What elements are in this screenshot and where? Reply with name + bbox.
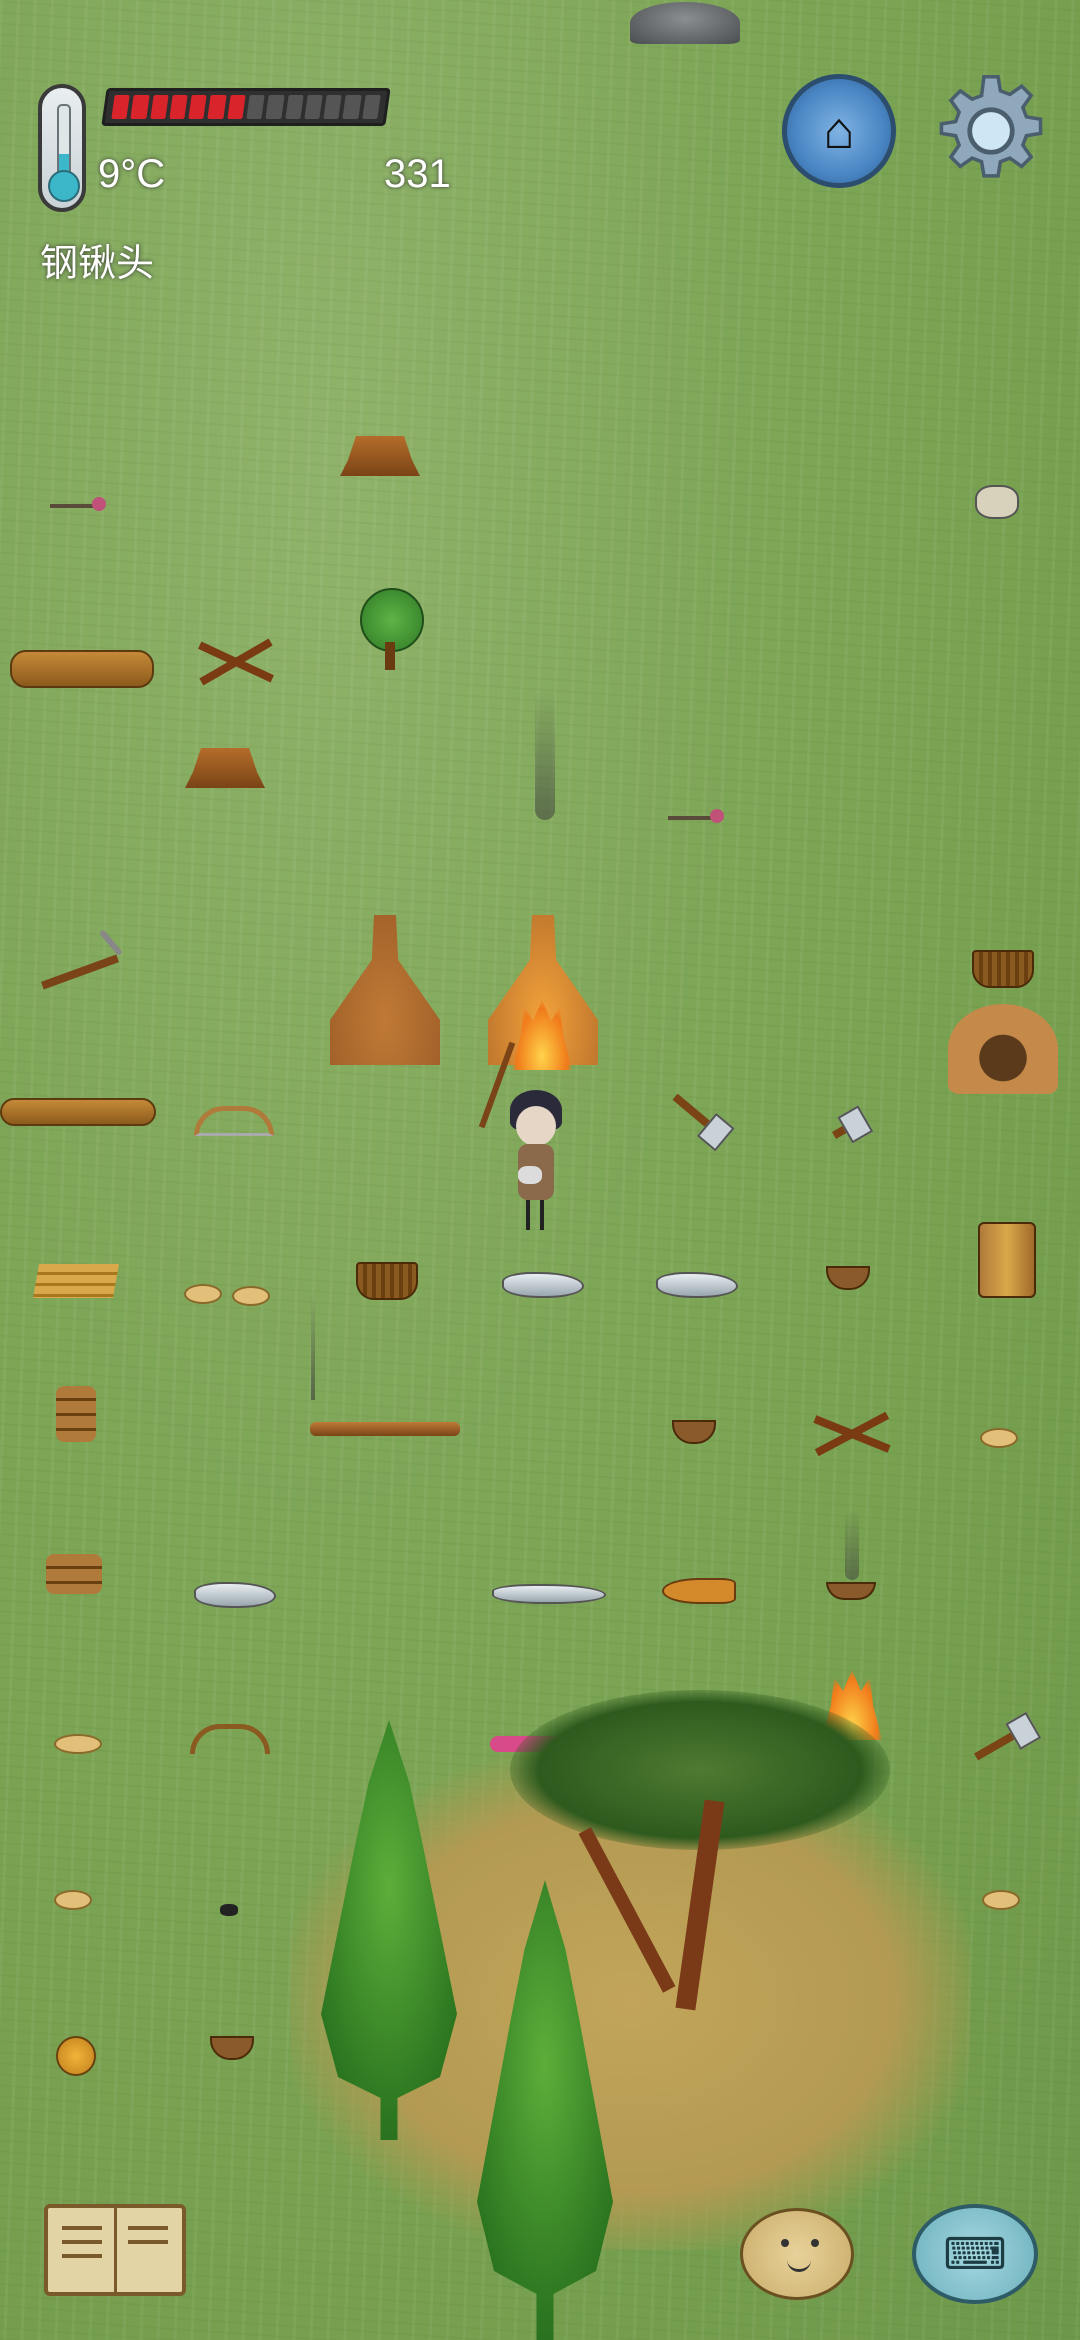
stone-axe[interactable]: [974, 1723, 1030, 1761]
flat-bread[interactable]: [184, 1284, 222, 1304]
kiln-smoke: [535, 690, 555, 820]
plate-stack[interactable]: [56, 1386, 96, 1442]
smoke-wisp: [311, 1290, 315, 1400]
cooked-fish[interactable]: [662, 1578, 736, 1604]
gooseberry[interactable]: [56, 2036, 96, 2076]
held-item-label: 钢锹头: [40, 241, 155, 285]
food-pip: [361, 95, 381, 119]
loose-stone[interactable]: [975, 485, 1019, 519]
emote-mouth: [787, 2257, 811, 2272]
emote-eye: [811, 2239, 819, 2247]
recipe-book-button[interactable]: [44, 2204, 186, 2296]
food-pip: [188, 95, 208, 119]
young-tree-trunk: [385, 642, 395, 670]
bread-piece[interactable]: [54, 1890, 92, 1910]
flat-bread[interactable]: [54, 1734, 102, 1754]
food-pip: [265, 95, 285, 119]
player-head: [516, 1106, 556, 1146]
sharp-stone[interactable]: [492, 1584, 606, 1604]
thermometer-bulb: [48, 170, 80, 202]
home-icon: ⌂: [823, 102, 855, 160]
boulder[interactable]: [630, 2, 740, 44]
food-pip: [207, 95, 227, 119]
clay-bowl[interactable]: [672, 1420, 716, 1444]
wild-rose[interactable]: [50, 497, 106, 511]
thermometer-icon: [38, 84, 86, 212]
adobe-oven[interactable]: [948, 1004, 1058, 1094]
butt-log[interactable]: [10, 650, 154, 688]
chat-keyboard-button[interactable]: ⌨: [912, 2204, 1038, 2304]
emote-button[interactable]: [740, 2208, 854, 2300]
smiley-face-icon: [781, 2239, 789, 2247]
reed-basket[interactable]: [972, 950, 1034, 988]
food-pip: [169, 95, 188, 119]
food-pip: [130, 95, 150, 119]
charcoal-piece[interactable]: [220, 1904, 238, 1916]
food-pip: [342, 95, 362, 119]
temperature-readout: 9°C: [98, 152, 166, 196]
food-pip: [284, 95, 304, 119]
juniper-branch: [578, 1827, 676, 1993]
player-held-item: [518, 1166, 542, 1184]
home-marker-button[interactable]: ⌂: [782, 74, 896, 188]
food-meter: [101, 88, 391, 126]
woven-basket[interactable]: [356, 1262, 418, 1300]
bowl-of-water[interactable]: [210, 2036, 254, 2060]
food-pip: [111, 95, 130, 119]
yum-bonus-counter: 331: [384, 152, 451, 196]
small-hatchet[interactable]: [832, 1117, 862, 1139]
bread-slice[interactable]: [980, 1428, 1018, 1448]
burning-pole[interactable]: [310, 1422, 460, 1436]
adobe-kiln[interactable]: [330, 915, 440, 1065]
log-pile[interactable]: [0, 1098, 156, 1126]
flint-chip[interactable]: [502, 1272, 584, 1298]
tree-stump[interactable]: [185, 748, 265, 788]
food-pip: [149, 95, 169, 119]
boards[interactable]: [33, 1264, 119, 1298]
tree-stump[interactable]: [340, 436, 420, 476]
food-pip: [246, 95, 265, 119]
clay-plate[interactable]: [826, 1582, 876, 1600]
flat-bread[interactable]: [232, 1286, 270, 1306]
settings-button[interactable]: [930, 70, 1052, 192]
player-character[interactable]: [504, 1090, 564, 1240]
clay-jar[interactable]: [978, 1222, 1036, 1298]
bow-saw[interactable]: [194, 1106, 274, 1136]
keyboard-icon: ⌨: [943, 2229, 1007, 2279]
clay-bowl[interactable]: [826, 1266, 870, 1290]
flint-chip[interactable]: [656, 1272, 738, 1298]
bow[interactable]: [190, 1724, 270, 1754]
pickaxe[interactable]: [41, 954, 119, 990]
player-legs: [526, 1200, 530, 1230]
gear-icon: [939, 74, 1043, 178]
flint-chip[interactable]: [194, 1582, 276, 1608]
smoke-wisp: [845, 1510, 859, 1580]
steel-axe[interactable]: [672, 1093, 724, 1139]
wild-rose[interactable]: [668, 809, 724, 823]
book-icon: [62, 2226, 102, 2230]
food-pip: [227, 95, 246, 119]
food-pip: [304, 95, 323, 119]
bread-stack[interactable]: [46, 1554, 102, 1594]
food-pip: [323, 95, 343, 119]
bread-piece[interactable]: [982, 1890, 1020, 1910]
